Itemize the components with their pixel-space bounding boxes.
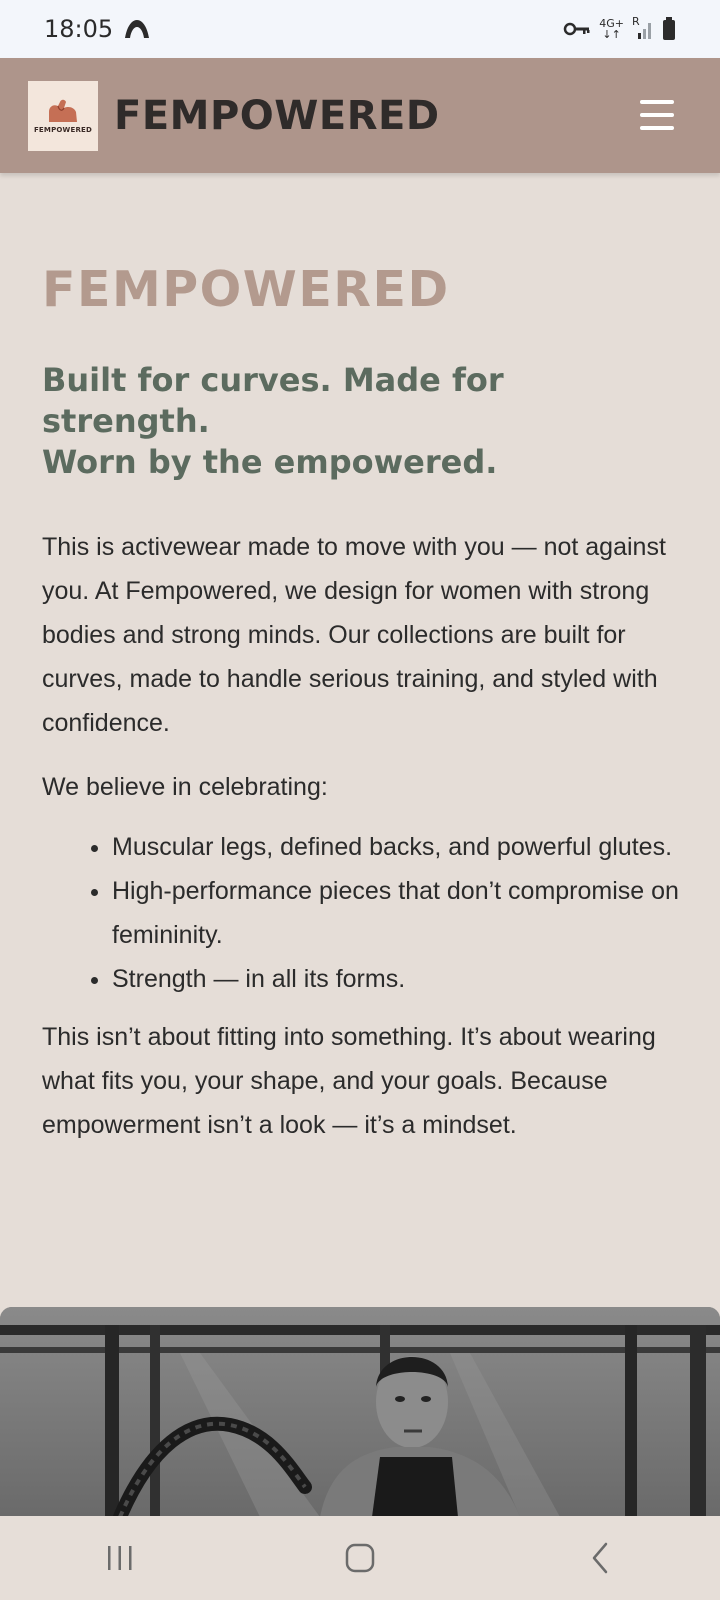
believe-heading: We believe in celebrating: [42, 773, 328, 801]
tagline-line: Built for curves. Made for [42, 361, 504, 399]
brand-name[interactable]: FEMPOWERED [114, 93, 440, 139]
signal-icon: R [632, 15, 654, 41]
home-icon [345, 1543, 375, 1573]
key-icon [564, 22, 590, 36]
system-nav-bar [0, 1516, 720, 1600]
woman-battle-rope-photo [0, 1307, 720, 1517]
back-icon [592, 1542, 608, 1574]
hamburger-menu-icon[interactable] [640, 100, 674, 130]
flexing-arm-logo-icon [49, 99, 77, 122]
tagline: Built for curves. Made for strength. Wor… [42, 360, 682, 483]
home-button[interactable] [330, 1528, 390, 1588]
list-item: Strength — in all its forms. [112, 957, 682, 1001]
intro-paragraph: This is activewear made to move with you… [42, 533, 666, 737]
logo-text: FEMPOWERED [33, 125, 93, 134]
battery-icon [663, 17, 675, 40]
tagline-line: Worn by the empowered. [42, 443, 498, 481]
closing-paragraph: This isn’t about fitting into something.… [42, 1023, 656, 1139]
recent-apps-icon [108, 1546, 132, 1570]
site-header: FEMPOWERED FEMPOWERED [0, 58, 720, 173]
main-content: FEMPOWERED Built for curves. Made for st… [42, 250, 682, 1147]
tagline-line: strength. [42, 402, 210, 440]
status-bar: 18:05 4G+ ↓↑ R [0, 0, 720, 58]
status-time: 18:05 [44, 15, 114, 43]
beliefs-list: Muscular legs, defined backs, and powerf… [42, 825, 682, 1001]
recent-apps-button[interactable] [90, 1528, 150, 1588]
back-button[interactable] [570, 1528, 630, 1588]
hero-image [0, 1307, 720, 1517]
list-item: High-performance pieces that don’t compr… [112, 869, 682, 957]
app-notification-icon [125, 20, 150, 38]
site-logo[interactable]: FEMPOWERED [28, 80, 98, 151]
page-title: FEMPOWERED [42, 261, 450, 318]
network-indicator: 4G+ ↓↑ [599, 17, 624, 41]
list-item: Muscular legs, defined backs, and powerf… [112, 825, 682, 869]
